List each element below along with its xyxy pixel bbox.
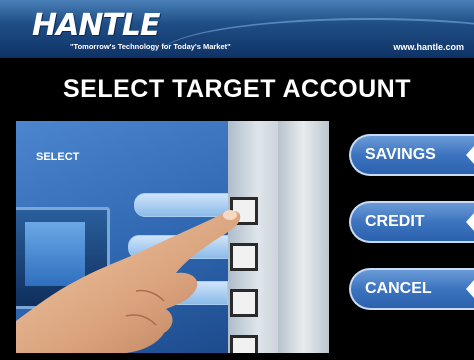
credit-button-label: CREDIT <box>365 213 425 230</box>
atm-screen: HANTLE "Tomorrow's Technology for Today'… <box>0 0 474 360</box>
button-notch-icon <box>466 213 474 231</box>
pointing-hand-icon <box>16 210 241 353</box>
hantle-logo: HANTLE <box>32 8 161 43</box>
tagline: "Tomorrow's Technology for Today's Marke… <box>70 42 231 51</box>
page-title: SELECT TARGET ACCOUNT <box>63 75 411 103</box>
savings-button-label: SAVINGS <box>365 146 436 163</box>
website-url: www.hantle.com <box>393 42 464 52</box>
credit-button[interactable]: CREDIT <box>349 201 474 243</box>
button-notch-icon <box>466 280 474 298</box>
button-notch-icon <box>466 146 474 164</box>
savings-button[interactable]: SAVINGS <box>349 134 474 176</box>
cancel-button-label: CANCEL <box>365 280 432 297</box>
header-banner: HANTLE "Tomorrow's Technology for Today'… <box>0 0 474 58</box>
cancel-button[interactable]: CANCEL <box>349 268 474 310</box>
atm-photo: SELECT <box>16 121 329 353</box>
